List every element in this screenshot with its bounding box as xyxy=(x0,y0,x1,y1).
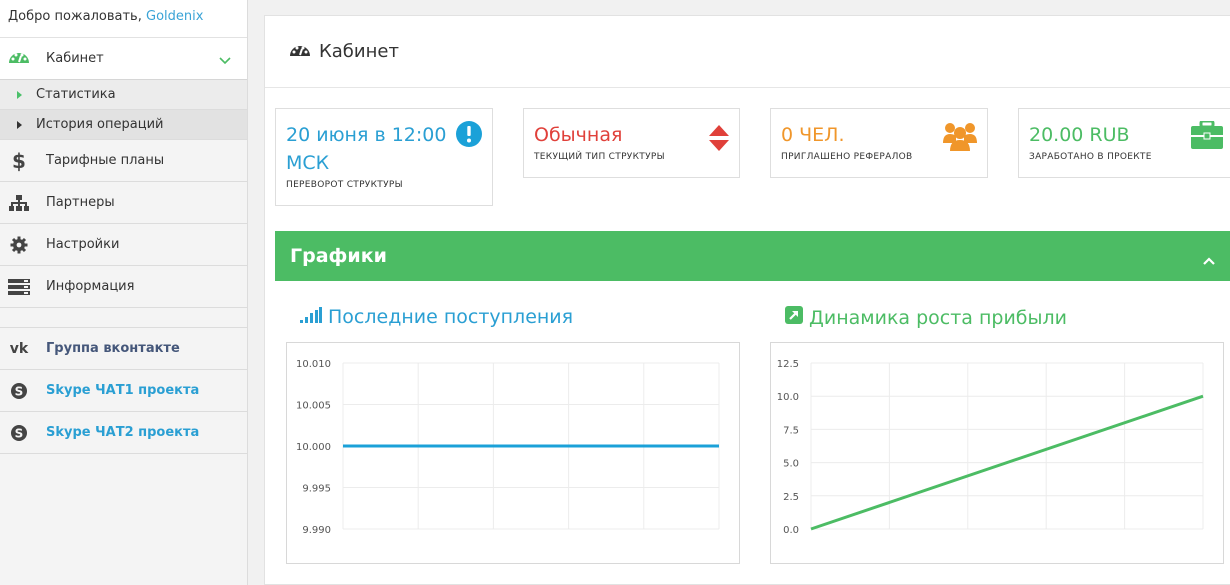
sidebar-subitem-label: Статистика xyxy=(36,87,116,102)
y-tick-label: 10.010 xyxy=(296,359,331,370)
stat-card-structure-type: Обычная ТЕКУЩИЙ ТИП СТРУКТУРЫ xyxy=(523,108,740,178)
stat-label: ТЕКУЩИЙ ТИП СТРУКТУРЫ xyxy=(534,152,665,162)
stat-card-earned: 20.00 RUB ЗАРАБОТАНО В ПРОЕКТЕ xyxy=(1018,108,1230,178)
sidebar-link-skype-chat1[interactable]: S Skype ЧАТ1 проекта xyxy=(0,370,247,412)
dashboard-icon xyxy=(289,42,311,62)
sidebar-item-tariffs[interactable]: $ Тарифные планы xyxy=(0,140,247,182)
stat-label: ЗАРАБОТАНО В ПРОЕКТЕ xyxy=(1029,152,1152,162)
briefcase-icon xyxy=(1191,119,1223,153)
y-tick-label: 12.5 xyxy=(777,359,799,370)
sidebar-item-label: Группа вконтакте xyxy=(46,341,180,356)
y-tick-label: 10.0 xyxy=(777,392,799,403)
chart-title-text: Динамика роста прибыли xyxy=(809,306,1068,329)
y-tick-label: 2.5 xyxy=(783,492,799,503)
y-tick-label: 0.0 xyxy=(783,525,799,536)
chart-svg: 12.5 10.0 7.5 5.0 2.5 0.0 xyxy=(777,359,1204,536)
sidebar-subitem-label: История операций xyxy=(36,117,164,132)
chart-title-profit: Динамика роста прибыли xyxy=(785,306,1067,329)
skype-icon: S xyxy=(8,422,30,444)
welcome-text: Добро пожаловать, xyxy=(8,9,146,24)
y-tick-label: 10.000 xyxy=(296,442,331,453)
chart-profit-growth: 12.5 10.0 7.5 5.0 2.5 0.0 xyxy=(770,342,1224,564)
dashboard-icon xyxy=(8,49,30,69)
skype-icon: S xyxy=(8,380,30,402)
sidebar-link-skype-chat2[interactable]: S Skype ЧАТ2 проекта xyxy=(0,412,247,454)
caret-right-icon xyxy=(17,90,22,99)
stat-value: Обычная xyxy=(534,124,623,146)
y-tick-label: 10.005 xyxy=(296,401,331,412)
sidebar-subitem-history[interactable]: История операций xyxy=(0,110,247,140)
stat-label: ПЕРЕВОРОТ СТРУКТУРЫ xyxy=(286,180,403,190)
app: Добро пожаловать, Goldenix Кабинет Стати… xyxy=(0,0,1230,585)
server-icon xyxy=(8,276,30,298)
main-content: Кабинет 20 июня в 12:00 МСК ПЕРЕВОРОТ СТ… xyxy=(264,15,1230,585)
gear-icon xyxy=(8,234,30,256)
chevron-down-icon[interactable] xyxy=(219,50,231,69)
sidebar: Добро пожаловать, Goldenix Кабинет Стати… xyxy=(0,0,248,585)
sidebar-item-settings[interactable]: Настройки xyxy=(0,224,247,266)
charts-panel-header[interactable]: Графики xyxy=(275,231,1230,281)
chevron-up-icon[interactable] xyxy=(1203,250,1215,269)
vk-icon: vk xyxy=(9,340,29,357)
signal-bars-icon xyxy=(300,306,322,328)
stat-card-referrals: 0 ЧЕЛ. ПРИГЛАШЕНО РЕФЕРАЛОВ xyxy=(770,108,988,178)
page-header: Кабинет xyxy=(265,16,1230,88)
chart-recent-payments: 10.010 10.005 10.000 9.995 9.990 xyxy=(286,342,740,564)
y-tick-label: 5.0 xyxy=(783,459,799,470)
sidebar-item-label: Информация xyxy=(46,279,135,294)
chart-svg: 10.010 10.005 10.000 9.995 9.990 xyxy=(296,359,720,536)
dollar-icon: $ xyxy=(12,148,26,173)
stat-value: 20 июня в 12:00 МСК xyxy=(286,124,447,174)
chart-title-recent: Последние поступления xyxy=(300,306,573,328)
sort-icon xyxy=(709,125,729,155)
svg-text:S: S xyxy=(15,426,24,440)
sidebar-item-label: Тарифные планы xyxy=(46,153,165,168)
exclamation-circle-icon xyxy=(456,121,482,151)
sidebar-item-label: Кабинет xyxy=(46,51,104,66)
sidebar-item-label: Партнеры xyxy=(46,195,115,210)
y-tick-label: 9.990 xyxy=(302,525,331,536)
sidebar-item-information[interactable]: Информация xyxy=(0,266,247,308)
sitemap-icon xyxy=(8,192,30,214)
username-link[interactable]: Goldenix xyxy=(146,9,203,24)
sidebar-divider xyxy=(0,308,247,328)
sidebar-item-partners[interactable]: Партнеры xyxy=(0,182,247,224)
sidebar-subitem-statistics[interactable]: Статистика xyxy=(0,80,247,110)
panel-title: Графики xyxy=(290,245,387,267)
svg-text:S: S xyxy=(15,384,24,398)
stat-card-structure-flip: 20 июня в 12:00 МСК ПЕРЕВОРОТ СТРУКТУРЫ xyxy=(275,108,493,206)
external-link-square-icon xyxy=(785,306,803,329)
caret-right-icon xyxy=(17,120,22,129)
sidebar-item-label: Skype ЧАТ1 проекта xyxy=(46,383,200,398)
y-tick-label: 7.5 xyxy=(783,425,799,436)
sidebar-item-cabinet[interactable]: Кабинет xyxy=(0,38,247,80)
sidebar-link-vk-group[interactable]: vk Группа вконтакте xyxy=(0,328,247,370)
chart-title-text: Последние поступления xyxy=(328,306,574,328)
page-title: Кабинет xyxy=(319,41,399,62)
sidebar-item-label: Skype ЧАТ2 проекта xyxy=(46,425,200,440)
users-icon xyxy=(943,121,977,155)
y-tick-label: 9.995 xyxy=(302,484,331,495)
sidebar-item-label: Настройки xyxy=(46,237,120,252)
welcome-bar: Добро пожаловать, Goldenix xyxy=(0,0,247,38)
